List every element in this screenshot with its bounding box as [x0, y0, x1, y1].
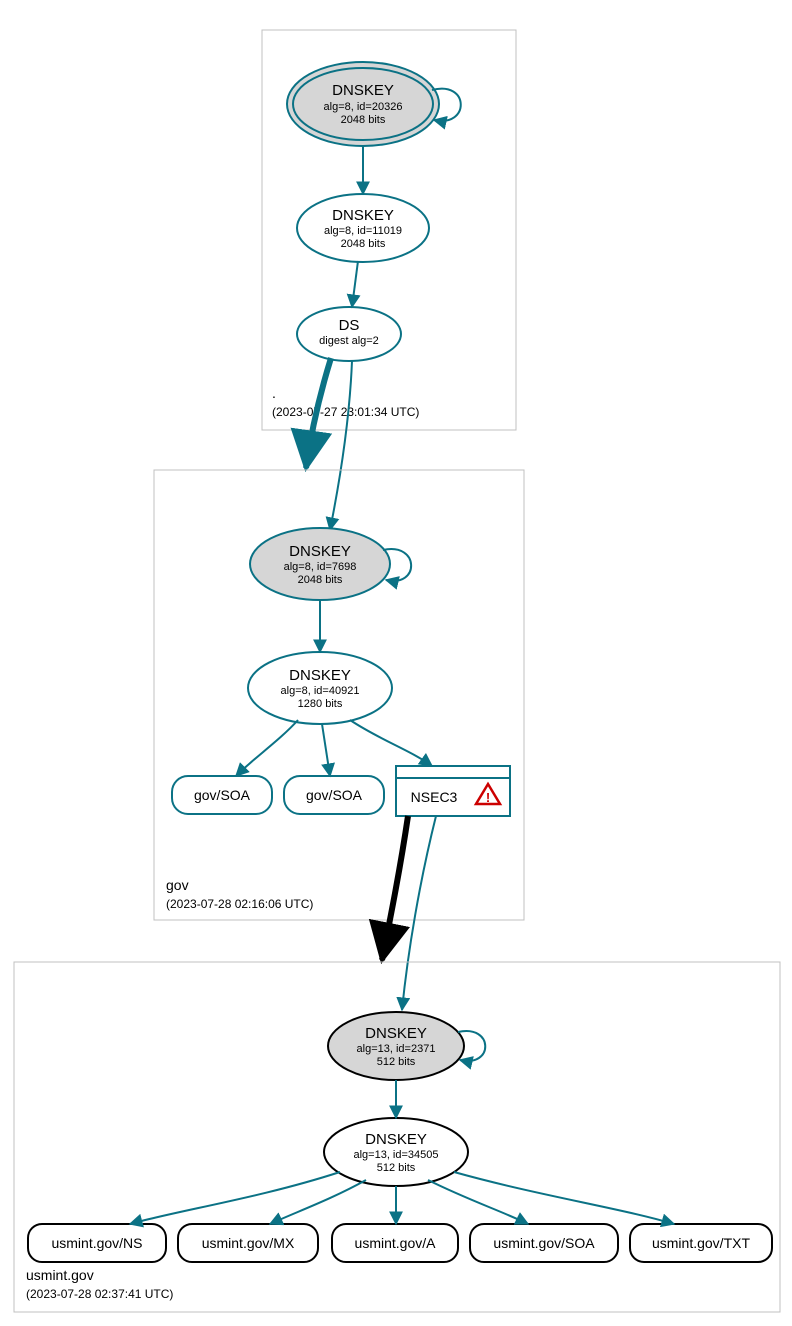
- svg-text:alg=8, id=7698: alg=8, id=7698: [284, 561, 357, 573]
- zone-usmint: usmint.gov (2023-07-28 02:37:41 UTC) DNS…: [14, 962, 780, 1312]
- svg-text:512 bits: 512 bits: [377, 1162, 416, 1174]
- svg-text:alg=13, id=34505: alg=13, id=34505: [353, 1149, 438, 1161]
- svg-text:DNSKEY: DNSKEY: [289, 543, 351, 560]
- zone-gov-ts: (2023-07-28 02:16:06 UTC): [166, 897, 313, 911]
- usmint-rr-soa[interactable]: usmint.gov/SOA: [470, 1224, 618, 1262]
- svg-text:alg=8, id=20326: alg=8, id=20326: [324, 101, 403, 113]
- svg-text:DNSKEY: DNSKEY: [365, 1025, 427, 1042]
- svg-text:usmint.gov/NS: usmint.gov/NS: [51, 1235, 142, 1251]
- svg-text:2048 bits: 2048 bits: [341, 114, 386, 126]
- svg-text:usmint.gov/TXT: usmint.gov/TXT: [652, 1235, 750, 1251]
- svg-text:!: !: [486, 790, 490, 805]
- svg-text:2048 bits: 2048 bits: [298, 574, 343, 586]
- gov-dnskey-2[interactable]: DNSKEY alg=8, id=40921 1280 bits: [248, 652, 392, 724]
- svg-text:usmint.gov/SOA: usmint.gov/SOA: [493, 1235, 595, 1251]
- svg-text:alg=8, id=40921: alg=8, id=40921: [281, 685, 360, 697]
- svg-text:DNSKEY: DNSKEY: [365, 1131, 427, 1148]
- svg-text:gov/SOA: gov/SOA: [306, 787, 363, 803]
- usmint-rr-ns[interactable]: usmint.gov/NS: [28, 1224, 166, 1262]
- svg-text:digest alg=2: digest alg=2: [319, 335, 379, 347]
- edge-usmint-k2-mx: [270, 1180, 366, 1224]
- edge-nsec3-to-usmint-dnskey: [402, 816, 436, 1010]
- gov-soa-2[interactable]: gov/SOA: [284, 776, 384, 814]
- svg-text:DNSKEY: DNSKEY: [332, 207, 394, 224]
- svg-text:2048 bits: 2048 bits: [341, 238, 386, 250]
- zone-root-label: .: [272, 385, 276, 401]
- usmint-dnskey-2[interactable]: DNSKEY alg=13, id=34505 512 bits: [324, 1118, 468, 1186]
- edge-usmint-k2-ns: [130, 1172, 340, 1224]
- zone-gov: gov (2023-07-28 02:16:06 UTC) DNSKEY alg…: [154, 470, 524, 920]
- svg-text:1280 bits: 1280 bits: [298, 698, 343, 710]
- svg-text:usmint.gov/MX: usmint.gov/MX: [202, 1235, 295, 1251]
- gov-nsec3[interactable]: NSEC3 !: [396, 766, 510, 816]
- zone-root: . (2023-07-27 23:01:34 UTC) DNSKEY alg=8…: [262, 30, 516, 430]
- svg-text:DNSKEY: DNSKEY: [289, 667, 351, 684]
- edge-usmint-k2-txt: [454, 1172, 674, 1224]
- gov-soa-1[interactable]: gov/SOA: [172, 776, 272, 814]
- usmint-rr-mx[interactable]: usmint.gov/MX: [178, 1224, 318, 1262]
- gov-dnskey-1[interactable]: DNSKEY alg=8, id=7698 2048 bits: [250, 528, 390, 600]
- zone-root-ts: (2023-07-27 23:01:34 UTC): [272, 405, 419, 419]
- svg-text:usmint.gov/A: usmint.gov/A: [355, 1235, 437, 1251]
- usmint-rr-a[interactable]: usmint.gov/A: [332, 1224, 458, 1262]
- zone-usmint-ts: (2023-07-28 02:37:41 UTC): [26, 1287, 173, 1301]
- svg-text:alg=13, id=2371: alg=13, id=2371: [357, 1043, 436, 1055]
- edge-gov-to-usmint-thick: [382, 816, 408, 960]
- usmint-dnskey-1[interactable]: DNSKEY alg=13, id=2371 512 bits: [328, 1012, 464, 1080]
- usmint-rr-txt[interactable]: usmint.gov/TXT: [630, 1224, 772, 1262]
- edge-gov-k2-soa1: [236, 720, 298, 776]
- root-ds[interactable]: DS digest alg=2: [297, 307, 401, 361]
- edge-root-k2-ds: [352, 261, 358, 307]
- svg-text:DS: DS: [339, 317, 360, 334]
- svg-text:alg=8, id=11019: alg=8, id=11019: [324, 225, 402, 237]
- svg-text:NSEC3: NSEC3: [411, 789, 458, 805]
- root-dnskey-1[interactable]: DNSKEY alg=8, id=20326 2048 bits: [287, 62, 439, 146]
- edge-gov-k2-nsec3: [350, 720, 432, 766]
- root-dnskey-2[interactable]: DNSKEY alg=8, id=11019 2048 bits: [297, 194, 429, 262]
- edge-ds-to-gov-dnskey: [330, 361, 352, 530]
- svg-text:gov/SOA: gov/SOA: [194, 787, 251, 803]
- zone-gov-label: gov: [166, 877, 189, 893]
- svg-text:DNSKEY: DNSKEY: [332, 82, 394, 99]
- zone-usmint-label: usmint.gov: [26, 1267, 94, 1283]
- svg-text:512 bits: 512 bits: [377, 1056, 416, 1068]
- edge-gov-k2-soa2: [322, 724, 330, 776]
